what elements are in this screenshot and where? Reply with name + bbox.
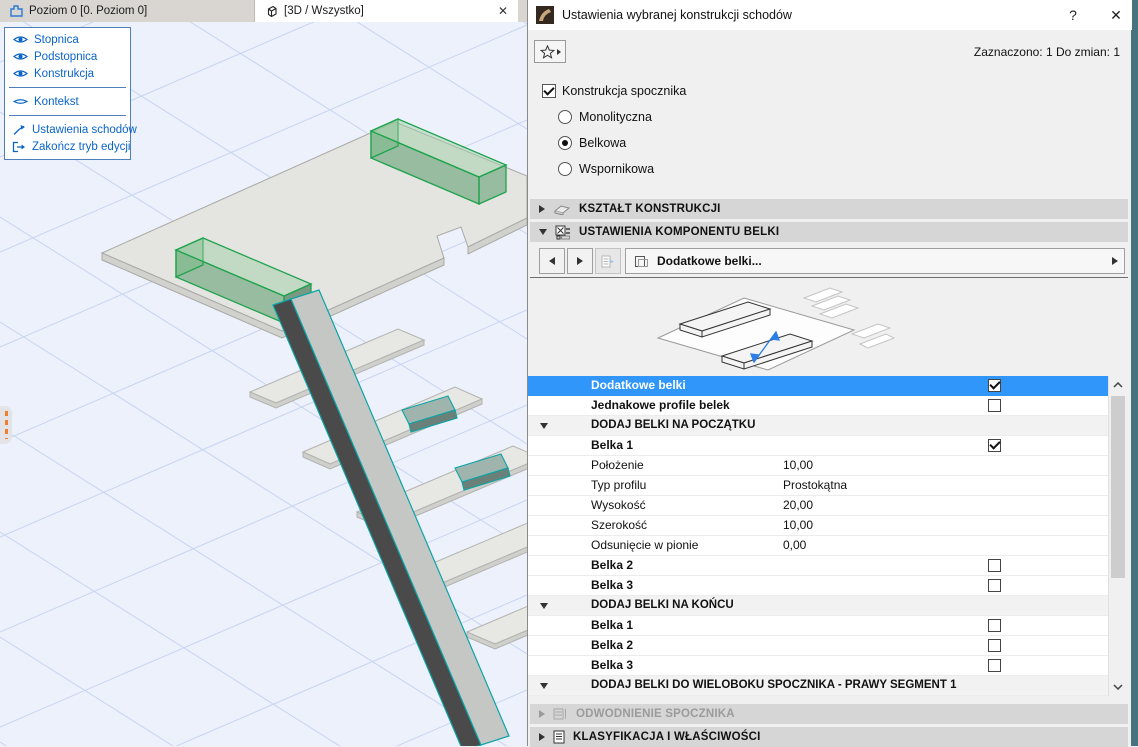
radio-monolityczna[interactable]: Monolityczna: [558, 109, 652, 125]
divider: [530, 277, 1128, 278]
eye-open-icon: [12, 51, 28, 62]
dialog-title: Ustawienia wybranej konstrukcji schodów: [562, 8, 792, 22]
stair-structure-settings-dialog: Ustawienia wybranej konstrukcji schodów …: [527, 0, 1138, 747]
scroll-up-button[interactable]: [1109, 376, 1127, 394]
transfer-settings-button[interactable]: [595, 248, 621, 274]
viewport-area: Poziom 0 [0. Poziom 0] [3D / Wszystko] ✕: [0, 0, 527, 746]
chevron-down-icon: [1113, 684, 1123, 690]
table-row-szerokość[interactable]: Szerokość 10,00: [528, 516, 1108, 536]
table-row-belka-3[interactable]: Belka 3: [528, 576, 1108, 596]
section-shape[interactable]: KSZTAŁT KONSTRUKCJI: [530, 199, 1128, 219]
palette-item-podstopnica[interactable]: Podstopnica: [5, 48, 130, 65]
table-row-dodaj-belki-do-wieloboku-spocznika-prawy-segment-1[interactable]: DODAJ BELKI DO WIELOBOKU SPOCZNIKA - PRA…: [528, 676, 1108, 696]
table-row-dodatkowe-belki[interactable]: Dodatkowe belki: [528, 376, 1108, 396]
close-button[interactable]: ✕: [1100, 0, 1132, 30]
table-row-wysokość[interactable]: Wysokość 20,00: [528, 496, 1108, 516]
dropdown-arrow-icon: [1112, 257, 1118, 265]
chevron-up-icon: [1113, 382, 1123, 388]
collapsed-triangle-icon: [539, 710, 545, 718]
table-row-belka-1[interactable]: Belka 1: [528, 616, 1108, 636]
table-row-belka-2[interactable]: Belka 2: [528, 636, 1108, 656]
collapsed-triangle-icon: [539, 733, 545, 741]
drainage-icon: [553, 708, 566, 720]
row-checkbox[interactable]: [988, 399, 1001, 412]
palette-item-ustawienia-schodów[interactable]: Ustawienia schodów: [5, 121, 137, 138]
component-navigator: Dodatkowe belki...: [539, 248, 1125, 274]
table-row-dodaj-belki-na-początku[interactable]: DODAJ BELKI NA POCZĄTKU: [528, 416, 1108, 436]
table-row-belka-2[interactable]: Belka 2: [528, 556, 1108, 576]
radio-icon: [558, 110, 572, 124]
expanded-triangle-icon: [539, 229, 547, 235]
table-row-odsunięcie-w-pionie[interactable]: Odsunięcie w pionie 0,00: [528, 536, 1108, 556]
row-checkbox[interactable]: [988, 619, 1001, 632]
next-component-button[interactable]: [567, 248, 593, 274]
table-row-położenie[interactable]: Położenie 10,00: [528, 456, 1108, 476]
dialog-edge-strip: [1131, 0, 1138, 746]
view-tab-bar: Poziom 0 [0. Poziom 0] [3D / Wszystko] ✕: [0, 0, 527, 22]
section-beam-component[interactable]: USTAWIENIA KOMPONENTU BELKI: [530, 222, 1128, 242]
eye-closed-icon: [12, 96, 28, 107]
landing-structure-checkbox[interactable]: Konstrukcja spocznika: [542, 83, 686, 98]
dock-handle-stripe-icon: [5, 411, 8, 439]
help-button[interactable]: ?: [1058, 0, 1088, 30]
selection-status: Zaznaczono: 1 Do zmian: 1: [973, 45, 1120, 59]
palette-separator: [9, 87, 126, 88]
section-classification[interactable]: KLASYFIKACJA I WŁAŚCIWOŚCI: [530, 727, 1128, 747]
radio-icon: [558, 162, 572, 176]
palette-item-konstrukcja[interactable]: Konstrukcja: [5, 65, 130, 82]
eye-open-icon: [12, 68, 28, 79]
row-checkbox[interactable]: [988, 579, 1001, 592]
palette-dock-handle[interactable]: [0, 406, 12, 444]
table-row-typ-profilu[interactable]: Typ profilu Prostokątna: [528, 476, 1108, 496]
radio-belkowa[interactable]: Belkowa: [558, 135, 626, 151]
edit-palette: Stopnica Podstopnica Konstrukcja Kontekst Us…: [4, 27, 137, 160]
stair-settings-dialog-icon: [536, 6, 554, 24]
dialog-title-bar[interactable]: Ustawienia wybranej konstrukcji schodów: [528, 0, 1132, 30]
row-checkbox[interactable]: [988, 438, 1001, 452]
group-collapse-icon[interactable]: [540, 603, 548, 609]
previous-component-button[interactable]: [539, 248, 565, 274]
tab-label: [3D / Wszystko]: [284, 5, 364, 17]
checkbox-icon: [542, 83, 556, 98]
table-row-belka-1[interactable]: Belka 1: [528, 436, 1108, 456]
floor-plan-icon: [10, 5, 23, 17]
app-root: { "window": { "tabs": [ { "label": "Pozi…: [0, 0, 1138, 747]
3d-view-icon: [267, 5, 277, 17]
tab-3d-view[interactable]: [3D / Wszystko] ✕: [255, 0, 518, 22]
beam-preview-diagram: [656, 287, 896, 371]
component-dropdown[interactable]: Dodatkowe belki...: [625, 248, 1125, 274]
table-scrollbar[interactable]: [1108, 376, 1126, 696]
palette-separator: [9, 115, 126, 116]
table-row-dodaj-belki-na-końcu[interactable]: DODAJ BELKI NA KOŃCU: [528, 596, 1108, 616]
radio-wspornikowa[interactable]: Wspornikowa: [558, 161, 654, 177]
tab-label: Poziom 0 [0. Poziom 0]: [29, 5, 148, 17]
stair-settings-icon: [12, 124, 26, 136]
group-collapse-icon[interactable]: [540, 683, 548, 689]
row-checkbox[interactable]: [988, 659, 1001, 672]
row-checkbox[interactable]: [988, 378, 1001, 392]
radio-icon: [558, 136, 572, 150]
tab-floor-plan[interactable]: Poziom 0 [0. Poziom 0]: [0, 0, 255, 22]
beam-component-icon: [555, 225, 570, 239]
structure-shape-icon: [553, 204, 571, 215]
group-collapse-icon[interactable]: [540, 423, 548, 429]
row-checkbox[interactable]: [988, 639, 1001, 652]
section-drainage[interactable]: ODWODNIENIE SPOCZNIKA: [530, 704, 1128, 724]
beam-profile-icon: [635, 255, 648, 267]
classification-icon: [553, 730, 565, 744]
table-row-jednakowe-profile-belek[interactable]: Jednakowe profile belek: [528, 396, 1108, 416]
palette-item-zakończ-tryb-edycji[interactable]: Zakończ tryb edycji: [5, 138, 130, 155]
beam-table: Dodatkowe belki Jednakowe profile belek DO…: [528, 376, 1108, 696]
tab-close-icon[interactable]: ✕: [498, 5, 508, 17]
exit-edit-icon: [12, 141, 26, 153]
scrollbar-thumb[interactable]: [1111, 396, 1125, 578]
palette-item-stopnica[interactable]: Stopnica: [5, 31, 130, 48]
transfer-settings-icon: [601, 255, 614, 268]
table-row-belka-3[interactable]: Belka 3: [528, 656, 1108, 676]
row-checkbox[interactable]: [988, 559, 1001, 572]
scroll-down-button[interactable]: [1109, 678, 1127, 696]
palette-item-kontekst[interactable]: Kontekst: [5, 93, 130, 110]
eye-open-icon: [12, 34, 28, 45]
collapsed-triangle-icon: [539, 205, 545, 213]
